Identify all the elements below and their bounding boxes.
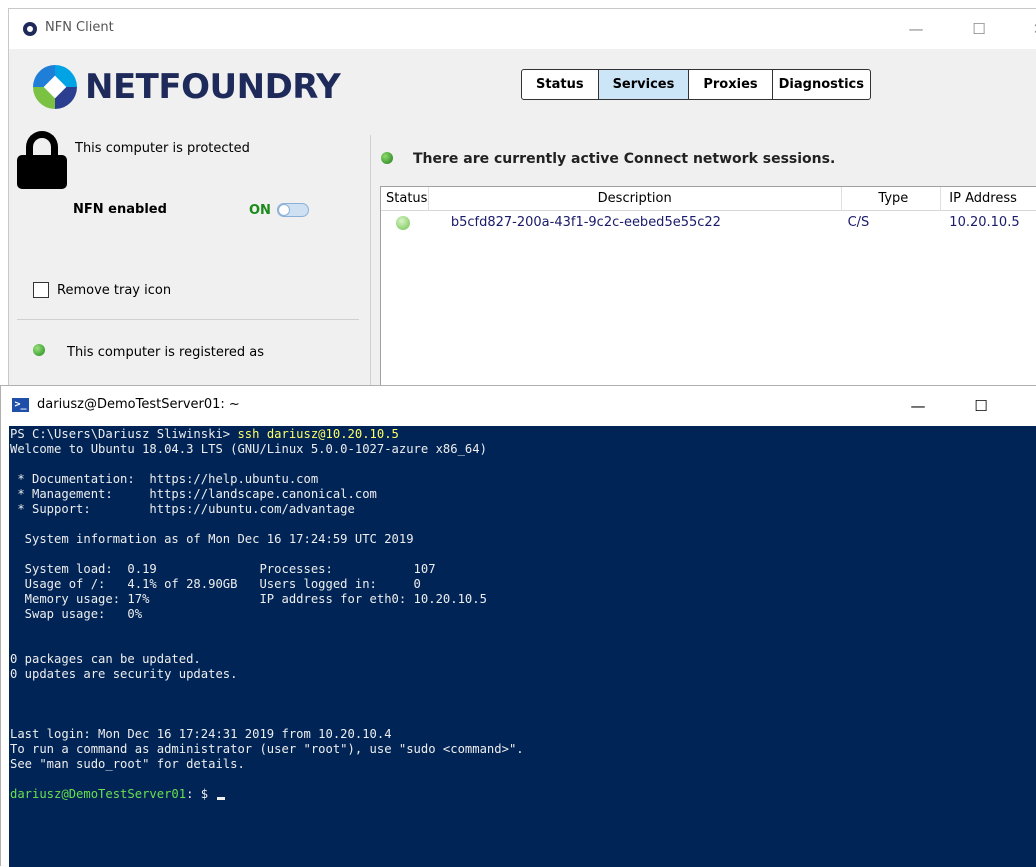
services-table: Status Description Type IP Address b5cfd… xyxy=(380,186,1036,396)
registered-text: This computer is registered as xyxy=(67,345,265,360)
close-button[interactable]: ✕ xyxy=(1024,17,1036,41)
terminal-line: System load: 0.19 Processes: 107 xyxy=(10,562,436,576)
terminal-line: To run a command as administrator (user … xyxy=(10,742,524,756)
minimize-button[interactable]: — xyxy=(901,17,931,41)
terminal-line: See "man sudo_root" for details. xyxy=(10,757,245,771)
nfn-window-title: NFN Client xyxy=(45,20,114,35)
status-green-dot-icon xyxy=(381,152,393,164)
tab-proxies[interactable]: Proxies xyxy=(689,70,773,99)
terminal-line: * Documentation: https://help.ubuntu.com xyxy=(10,472,319,486)
powershell-prompt: PS C:\Users\Dariusz Sliwinski> xyxy=(10,427,238,441)
terminal-titlebar: >_ dariusz@DemoTestServer01: ~ — ☐ ✕ xyxy=(1,386,1036,426)
divider xyxy=(17,319,359,320)
status-green-dot-icon xyxy=(33,344,45,356)
row-type: C/S xyxy=(847,215,870,230)
shell-prompt-line[interactable]: dariusz@DemoTestServer01: $ xyxy=(10,787,1036,802)
remove-tray-icon-checkbox[interactable] xyxy=(33,282,49,298)
remove-tray-icon-label[interactable]: Remove tray icon xyxy=(57,283,171,298)
netfoundry-logo-icon xyxy=(33,65,77,109)
terminal-cursor xyxy=(217,797,226,800)
terminal-output[interactable]: PS C:\Users\Dariusz Sliwinski> ssh dariu… xyxy=(9,426,1036,867)
minimize-button[interactable]: — xyxy=(903,394,933,418)
nfn-enabled-label: NFN enabled xyxy=(73,202,167,217)
shell-prompt-suffix: : $ xyxy=(186,787,216,801)
terminal-window: >_ dariusz@DemoTestServer01: ~ — ☐ ✕ PS … xyxy=(0,385,1036,867)
tab-bar: Status Services Proxies Diagnostics xyxy=(521,69,872,100)
terminal-line: Memory usage: 17% IP address for eth0: 1… xyxy=(10,592,487,606)
logo-text: NETFOUNDRY xyxy=(85,67,341,107)
toggle-knob[interactable] xyxy=(277,204,290,216)
column-header-type[interactable]: Type xyxy=(842,187,942,211)
tab-diagnostics[interactable]: Diagnostics xyxy=(773,70,870,99)
toggle-state-label: ON xyxy=(249,202,271,218)
terminal-line: System information as of Mon Dec 16 17:2… xyxy=(10,532,414,546)
tab-services[interactable]: Services xyxy=(598,70,690,99)
active-sessions-message: There are currently active Connect netwo… xyxy=(413,151,836,167)
shell-prompt-user: dariusz@DemoTestServer01 xyxy=(10,787,187,801)
ssh-command: ssh dariusz@10.20.10.5 xyxy=(237,427,399,441)
column-header-ip-address[interactable]: IP Address xyxy=(941,187,1036,211)
nfn-app-icon xyxy=(23,22,37,36)
row-status-cell xyxy=(381,211,429,235)
status-green-dot-icon xyxy=(396,216,410,230)
table-row[interactable]: b5cfd827-200a-43f1-9c2c-eebed5e55c22 C/S… xyxy=(381,211,1036,235)
terminal-lines: Welcome to Ubuntu 18.04.3 LTS (GNU/Linux… xyxy=(10,442,1036,787)
row-ip-address: 10.20.10.5 xyxy=(949,215,1020,230)
terminal-line: * Management: https://landscape.canonica… xyxy=(10,487,377,501)
tab-status[interactable]: Status xyxy=(522,70,599,99)
table-header: Status Description Type IP Address xyxy=(381,187,1036,211)
terminal-line: * Support: https://ubuntu.com/advantage xyxy=(10,502,355,516)
terminal-command-line: PS C:\Users\Dariusz Sliwinski> ssh dariu… xyxy=(10,427,1036,442)
terminal-line: Usage of /: 4.1% of 28.90GB Users logged… xyxy=(10,577,421,591)
column-header-status[interactable]: Status xyxy=(381,187,429,211)
terminal-line: 0 packages can be updated. xyxy=(10,652,201,666)
terminal-line: Last login: Mon Dec 16 17:24:31 2019 fro… xyxy=(10,727,392,741)
powershell-icon: >_ xyxy=(12,398,29,412)
lock-icon xyxy=(17,131,67,189)
maximize-button[interactable]: ☐ xyxy=(964,17,994,41)
nfn-enabled-toggle[interactable]: ON xyxy=(249,201,319,219)
terminal-window-title: dariusz@DemoTestServer01: ~ xyxy=(37,397,240,412)
column-header-description[interactable]: Description xyxy=(429,187,842,211)
maximize-button[interactable]: ☐ xyxy=(966,394,996,418)
terminal-line: Welcome to Ubuntu 18.04.3 LTS (GNU/Linux… xyxy=(10,442,487,456)
toggle-track[interactable] xyxy=(276,203,309,217)
terminal-line: 0 updates are security updates. xyxy=(10,667,238,681)
row-description: b5cfd827-200a-43f1-9c2c-eebed5e55c22 xyxy=(450,215,721,230)
protected-status-text: This computer is protected xyxy=(75,141,250,156)
nfn-client-window: NFN Client — ☐ ✕ NETFOUNDRY Status Servi… xyxy=(8,8,1036,403)
nfn-titlebar: NFN Client — ☐ ✕ xyxy=(9,9,1036,49)
close-button[interactable]: ✕ xyxy=(1026,394,1036,418)
panel-separator xyxy=(370,135,371,397)
terminal-line: Swap usage: 0% xyxy=(10,607,143,621)
